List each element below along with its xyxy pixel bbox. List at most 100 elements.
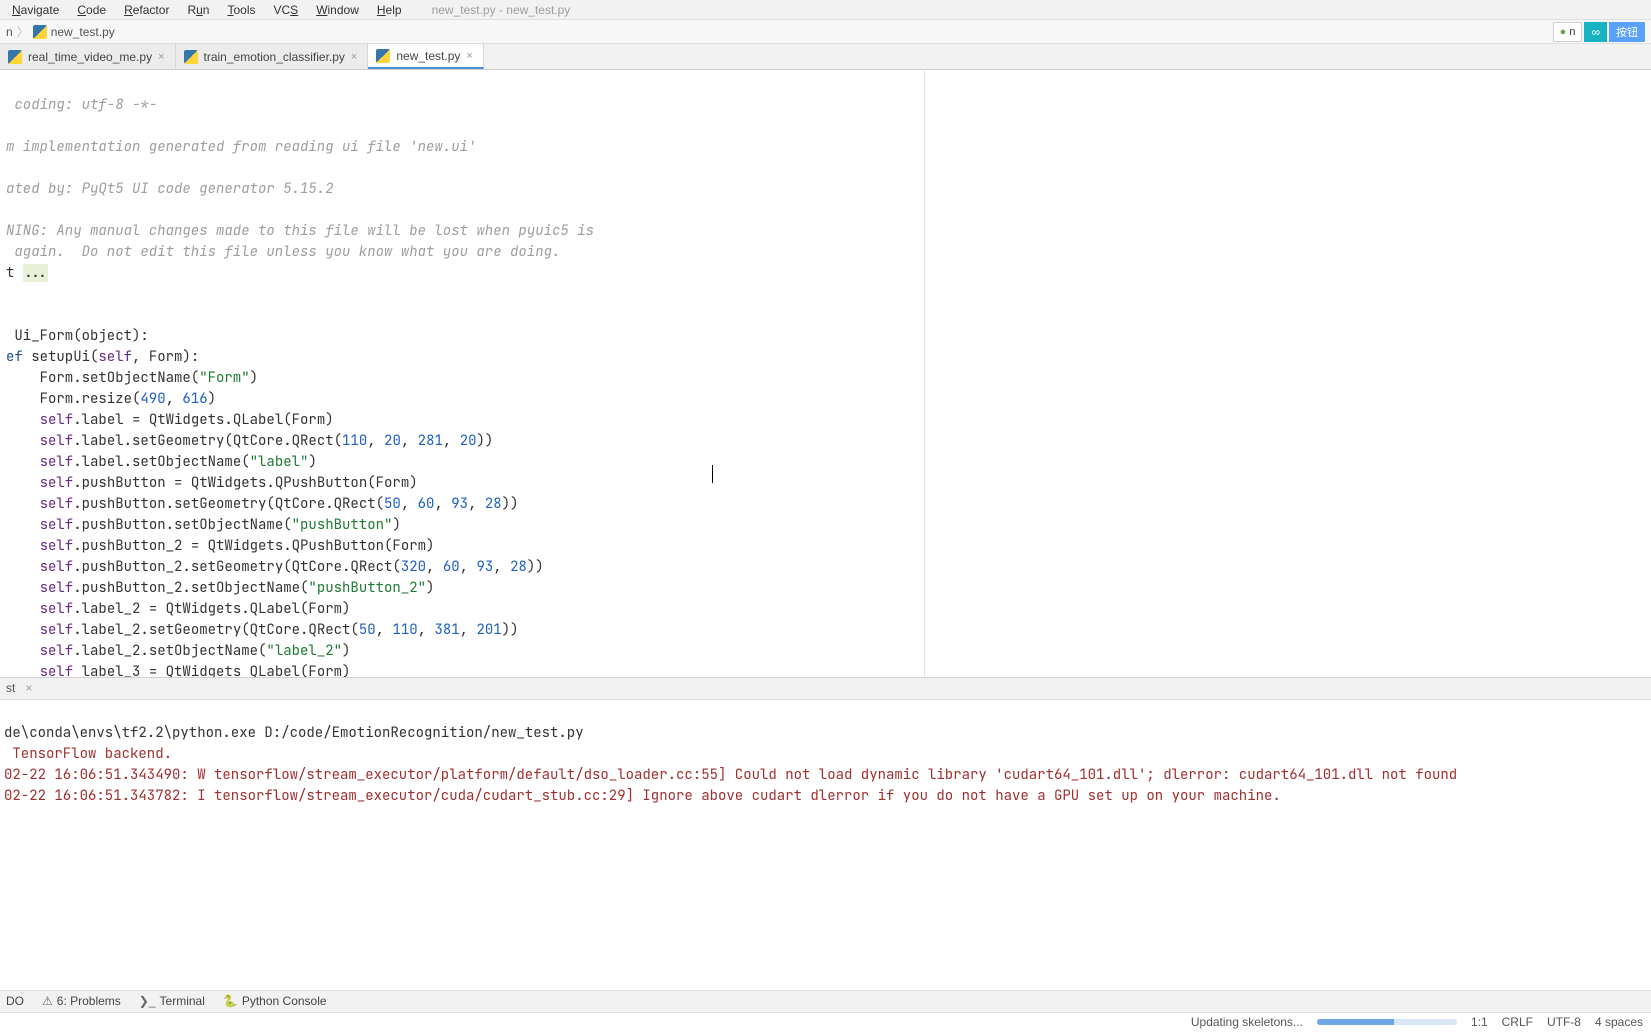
code-token: 93 xyxy=(476,558,493,576)
tab-label: real_time_video_me.py xyxy=(28,50,152,64)
nav-right-controls: ● n 按钮 xyxy=(1553,22,1645,42)
menu-refactor[interactable]: Refactor xyxy=(116,1,177,19)
tab-train-emotion[interactable]: train_emotion_classifier.py × xyxy=(176,44,369,69)
nav-action-button[interactable]: 按钮 xyxy=(1609,22,1645,42)
code-token: 616 xyxy=(182,390,207,408)
code-token: .label_2.setGeometry(QtCore.QRect( xyxy=(73,621,359,639)
code-token: 110 xyxy=(342,432,367,450)
code-token: .pushButton = QtWidgets.QPushButton(Form… xyxy=(73,474,417,492)
code-token: , xyxy=(460,558,477,576)
code-token: 110 xyxy=(392,621,417,639)
code-editor[interactable]: coding: utf-8 -*- m implementation gener… xyxy=(0,70,925,676)
code-token: ... xyxy=(23,264,48,282)
code-token: self xyxy=(40,642,74,660)
code-token: 320 xyxy=(401,558,426,576)
console-line: TensorFlow backend. xyxy=(4,745,172,763)
run-tab[interactable]: st xyxy=(2,679,19,697)
code-token: ) xyxy=(250,369,258,387)
code-token: , xyxy=(376,621,393,639)
code-token xyxy=(6,600,40,618)
code-token xyxy=(6,558,40,576)
tab-real-time-video[interactable]: real_time_video_me.py × xyxy=(0,44,176,69)
code-token: self xyxy=(40,537,74,555)
code-token: 50 xyxy=(359,621,376,639)
code-token xyxy=(6,453,40,471)
breadcrumb: n 〉 new_test.py xyxy=(6,23,115,40)
run-console-output[interactable]: de\conda\envs\tf2.2\python.exe D:/code/E… xyxy=(0,700,1651,990)
menu-help[interactable]: Help xyxy=(369,1,410,19)
code-line: ated by: PyQt5 UI code generator 5.15.2 xyxy=(6,180,334,198)
code-token: , Form): xyxy=(132,348,199,366)
code-token: self xyxy=(40,579,74,597)
close-icon[interactable]: × xyxy=(158,51,164,63)
tab-label: train_emotion_classifier.py xyxy=(204,50,345,64)
tool-label: 6: Problems xyxy=(57,994,121,1008)
code-token: setupUi( xyxy=(31,348,98,366)
cloud-sync-icon[interactable] xyxy=(1584,22,1607,42)
close-icon[interactable]: × xyxy=(466,50,472,62)
code-token: , xyxy=(460,621,477,639)
code-token: .pushButton_2.setGeometry(QtCore.QRect( xyxy=(73,558,401,576)
breadcrumb-file[interactable]: new_test.py xyxy=(33,25,115,39)
code-token: ) xyxy=(426,579,434,597)
status-line-separator[interactable]: CRLF xyxy=(1502,1015,1533,1029)
code-token: self xyxy=(40,495,74,513)
close-icon[interactable]: × xyxy=(25,681,32,695)
code-token xyxy=(6,537,40,555)
code-token: , xyxy=(493,558,510,576)
code-token: "label_2" xyxy=(266,642,342,660)
code-token: , xyxy=(418,621,435,639)
code-token: ef xyxy=(6,348,31,366)
todo-tool-button[interactable]: DO xyxy=(6,994,24,1008)
code-token: self xyxy=(40,663,74,676)
close-icon[interactable]: × xyxy=(351,51,357,63)
code-token: )) xyxy=(527,558,544,576)
run-config-label: n xyxy=(1569,26,1575,38)
code-token: 60 xyxy=(418,495,435,513)
code-token: self xyxy=(40,411,74,429)
problems-tool-button[interactable]: ⚠6: Problems xyxy=(42,994,121,1008)
code-token: 381 xyxy=(434,621,459,639)
menu-tools[interactable]: Tools xyxy=(219,1,263,19)
code-token: , xyxy=(367,432,384,450)
status-caret-position[interactable]: 1:1 xyxy=(1471,1015,1488,1029)
code-token: .label.setGeometry(QtCore.QRect( xyxy=(73,432,342,450)
code-token xyxy=(6,411,40,429)
code-token xyxy=(6,621,40,639)
menu-run[interactable]: Run xyxy=(179,1,217,19)
navigation-row: n 〉 new_test.py ● n 按钮 xyxy=(0,20,1651,44)
menu-navigate[interactable]: Navigate xyxy=(4,1,67,19)
menu-window[interactable]: Window xyxy=(308,1,367,19)
code-token: 20 xyxy=(384,432,401,450)
menu-vcs[interactable]: VCS xyxy=(266,1,307,19)
menu-code[interactable]: Code xyxy=(69,1,114,19)
terminal-tool-button[interactable]: ❯_Terminal xyxy=(139,994,205,1008)
code-token: 50 xyxy=(384,495,401,513)
code-token: 201 xyxy=(476,621,501,639)
code-token: 93 xyxy=(451,495,468,513)
tab-new-test[interactable]: new_test.py × xyxy=(368,44,483,69)
editor-right-gutter xyxy=(925,70,1651,676)
code-token: self xyxy=(40,621,74,639)
status-indent[interactable]: 4 spaces xyxy=(1595,1015,1643,1029)
editor-tabs: real_time_video_me.py × train_emotion_cl… xyxy=(0,44,1651,70)
code-token: , xyxy=(401,432,418,450)
code-line: again. Do not edit this file unless you … xyxy=(6,243,560,261)
breadcrumb-root[interactable]: n xyxy=(6,25,13,39)
code-token: 28 xyxy=(510,558,527,576)
code-token: self xyxy=(40,516,74,534)
code-token: , xyxy=(443,432,460,450)
code-token: ) xyxy=(208,390,216,408)
code-token: object xyxy=(82,327,132,345)
code-token: .label = QtWidgets.QLabel(Form) xyxy=(73,411,333,429)
code-token: Form.setObjectName( xyxy=(6,369,199,387)
progress-fill xyxy=(1317,1019,1394,1025)
progress-bar[interactable] xyxy=(1317,1019,1457,1025)
status-encoding[interactable]: UTF-8 xyxy=(1547,1015,1581,1029)
code-line: coding: utf-8 -*- xyxy=(6,96,157,114)
nav-action-label: 按钮 xyxy=(1616,24,1638,40)
run-config-chip[interactable]: ● n xyxy=(1553,22,1583,42)
code-token xyxy=(6,579,40,597)
python-console-tool-button[interactable]: 🐍Python Console xyxy=(223,994,327,1008)
code-token: t xyxy=(6,264,23,282)
